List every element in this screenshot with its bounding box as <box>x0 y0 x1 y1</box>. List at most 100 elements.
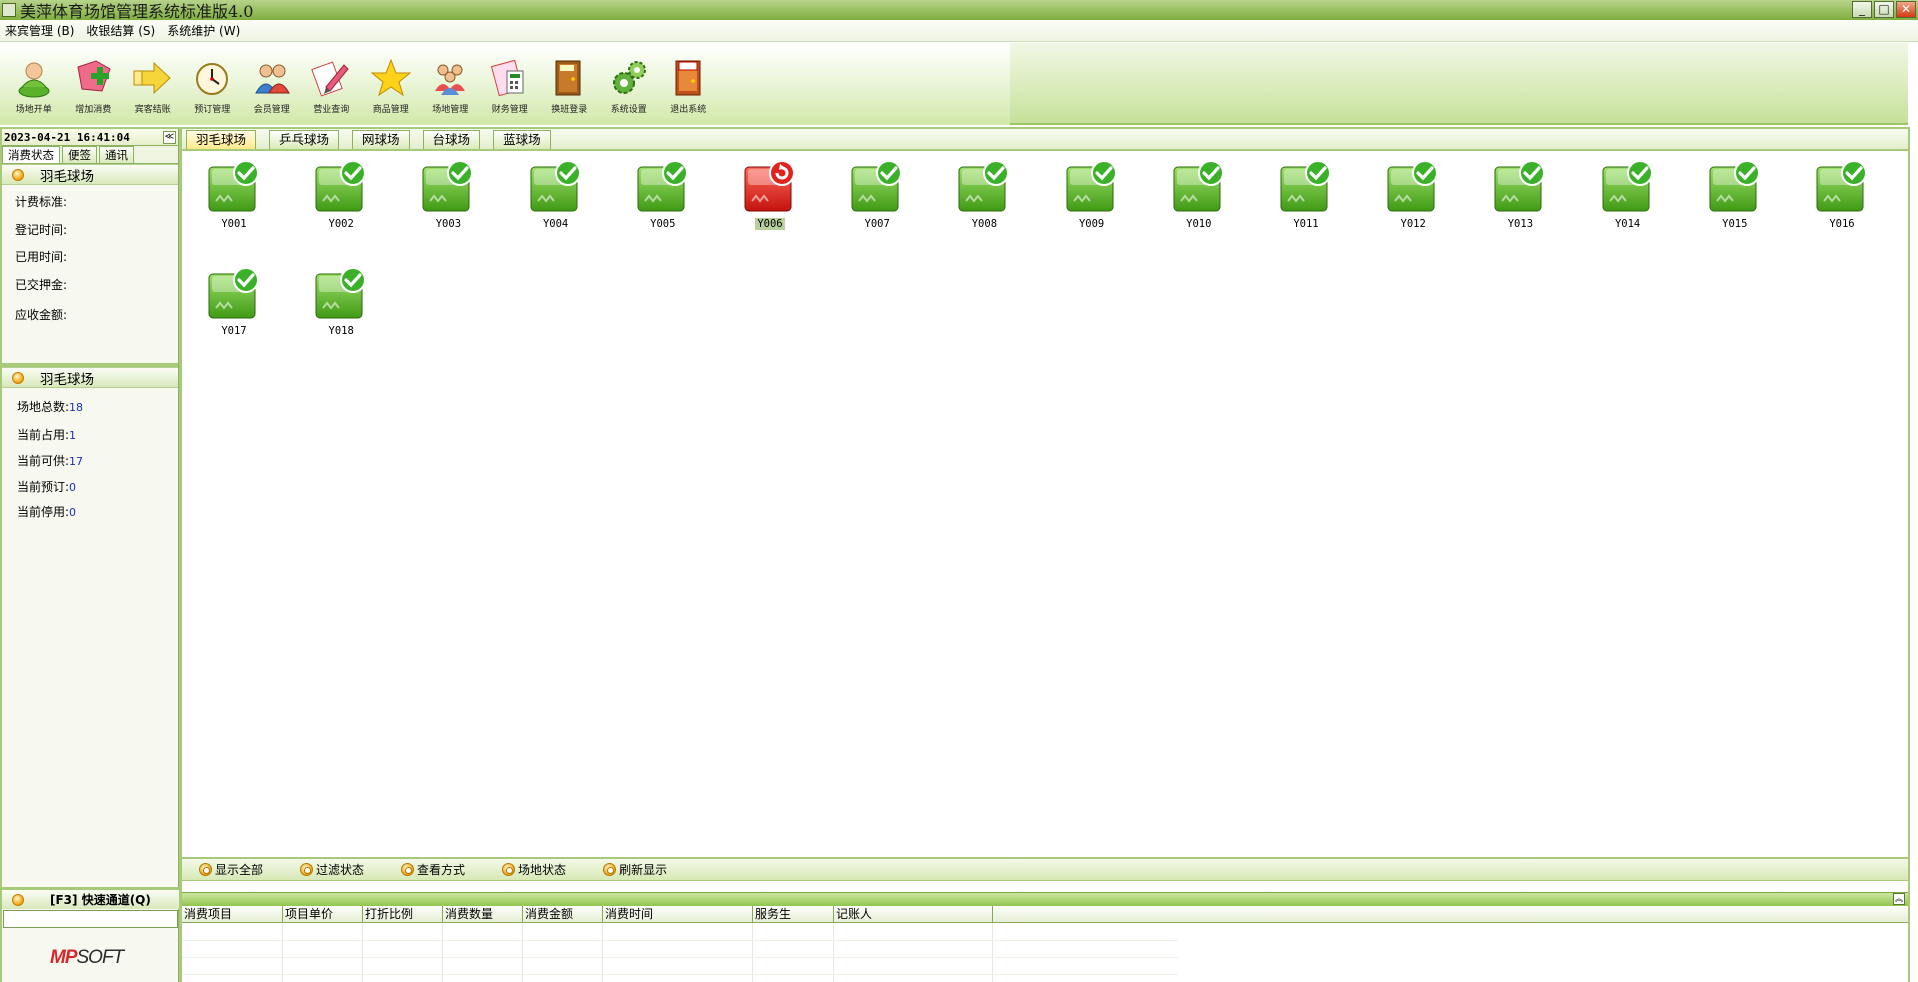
add-consume-button[interactable]: 增加消费 <box>64 57 124 125</box>
close-button[interactable]: ✕ <box>1896 1 1916 18</box>
grid-line <box>182 957 1178 958</box>
system-menu-icon[interactable] <box>2 3 16 17</box>
column-header-quantity[interactable]: 消费数量 <box>443 906 523 923</box>
court-y003[interactable]: Y003 <box>413 155 483 245</box>
toolbar-label: 换班登录 <box>551 105 588 115</box>
finance-icon <box>489 57 531 99</box>
shift-login-button[interactable]: 换班登录 <box>540 57 600 125</box>
court-y001[interactable]: Y001 <box>199 155 269 245</box>
menu-guest[interactable]: 来宾管理 (B) <box>5 22 74 39</box>
court-available-icon <box>528 157 584 213</box>
court-y011[interactable]: Y011 <box>1271 155 1341 245</box>
court-y005[interactable]: Y005 <box>628 155 698 245</box>
court-available-icon <box>1707 157 1763 213</box>
minimize-button[interactable]: _ <box>1852 1 1872 18</box>
column-header-waiter[interactable]: 服务生 <box>753 906 834 923</box>
court-y015[interactable]: Y015 <box>1700 155 1770 245</box>
court-y012[interactable]: Y012 <box>1378 155 1448 245</box>
court-available-icon <box>849 157 905 213</box>
court-y016[interactable]: Y016 <box>1807 155 1877 245</box>
column-header-bookkeeper[interactable]: 记账人 <box>834 906 993 923</box>
tab-contacts[interactable]: 通讯 <box>99 146 134 163</box>
court-y004[interactable]: Y004 <box>521 155 591 245</box>
current-datetime: 2023-04-21 16:41:04 <box>4 130 130 144</box>
toolbar-label: 系统设置 <box>610 105 647 115</box>
deposit-label: 已交押金: <box>15 278 68 292</box>
toolbar-label: 商品管理 <box>372 105 409 115</box>
tab-badminton[interactable]: 羽毛球场 <box>186 130 257 149</box>
finance-button[interactable]: 财务管理 <box>480 57 540 125</box>
court-y008[interactable]: Y008 <box>949 155 1019 245</box>
window-title: 美萍体育场馆管理系统标准版4.0 <box>20 2 254 21</box>
tab-tennis[interactable]: 网球场 <box>352 130 410 149</box>
column-header-unit-price[interactable]: 项目单价 <box>283 906 363 923</box>
checkout-button[interactable]: 宾客结账 <box>123 57 183 125</box>
court-label: Y004 <box>542 218 569 230</box>
column-header-item[interactable]: 消费项目 <box>182 906 283 923</box>
booking-button[interactable]: 预订管理 <box>183 57 243 125</box>
business-query-button[interactable]: 营业查询 <box>302 57 362 125</box>
quick-channel-title: [F3] 快速通道(Q) <box>50 893 151 907</box>
members-button[interactable]: 会员管理 <box>242 57 302 125</box>
court-y018[interactable]: Y018 <box>306 262 376 352</box>
court-y010[interactable]: Y010 <box>1164 155 1234 245</box>
court-y006[interactable]: Y006 <box>735 155 805 245</box>
menu-system[interactable]: 系统维护 (W) <box>167 22 240 39</box>
filter-status-button[interactable]: 过滤状态 <box>300 861 364 878</box>
view-mode-label: 查看方式 <box>417 863 466 877</box>
court-available-icon <box>956 157 1012 213</box>
menu-cashier[interactable]: 收银结算 (S) <box>86 22 155 39</box>
tab-basketball[interactable]: 蓝球场 <box>493 130 551 149</box>
court-available-icon <box>1814 157 1870 213</box>
quick-channel-input[interactable] <box>3 910 178 928</box>
tab-table-tennis[interactable]: 乒乓球场 <box>269 130 340 149</box>
add-consume-icon <box>72 57 114 99</box>
menu-bar: 来宾管理 (B) 收银结算 (S) 系统维护 (W) <box>0 20 1918 42</box>
court-label: Y014 <box>1614 218 1641 230</box>
toolbar-label: 宾客结账 <box>134 105 171 115</box>
court-y002[interactable]: Y002 <box>306 155 376 245</box>
show-all-button[interactable]: 显示全部 <box>199 861 263 878</box>
court-label: Y003 <box>435 218 462 230</box>
expand-up-icon[interactable]: ︽ <box>1893 893 1905 905</box>
column-header-amount[interactable]: 消费金额 <box>523 906 603 923</box>
consume-table-header: 消费项目 项目单价 打折比例 消费数量 消费金额 消费时间 服务生 记账人 <box>182 906 1908 923</box>
system-settings-button[interactable]: 系统设置 <box>599 57 659 125</box>
view-mode-button[interactable]: 查看方式 <box>401 861 465 878</box>
tab-billiards[interactable]: 台球场 <box>422 130 481 149</box>
court-y007[interactable]: Y007 <box>842 155 912 245</box>
available-courts-label: 当前可供: <box>17 454 70 468</box>
exit-door-icon <box>667 57 709 99</box>
toolbar-label: 预订管理 <box>194 105 231 115</box>
column-header-time[interactable]: 消费时间 <box>603 906 753 923</box>
court-grid: Y001 Y002 Y003 Y004 Y005 Y006 Y007 Y008 Y009 Y010… <box>182 153 1908 853</box>
refresh-display-button[interactable]: 刷新显示 <box>603 861 667 878</box>
maximize-button[interactable]: □ <box>1874 1 1894 18</box>
open-venue-button[interactable]: 场地开单 <box>4 57 64 125</box>
disabled-courts-row: 当前停用:0 <box>17 503 178 528</box>
grid-line <box>182 940 1178 941</box>
tab-notes[interactable]: 便签 <box>62 146 97 163</box>
disabled-courts-value: 0 <box>69 506 77 519</box>
occupied-courts-label: 当前占用: <box>17 428 70 442</box>
toolbar: 场地开单 增加消费 宾客结账 预订管理 会员管理 营业查询 商品管理 场地管理 财务管理 换班登录… <box>0 43 1908 125</box>
court-label: Y018 <box>328 325 354 337</box>
column-header-discount[interactable]: 打折比例 <box>363 906 443 923</box>
court-label: Y008 <box>971 218 998 230</box>
tab-consume-status[interactable]: 消费状态 <box>2 146 60 163</box>
venue-status-button[interactable]: 场地状态 <box>502 861 566 878</box>
toolbar-label: 财务管理 <box>491 105 528 115</box>
court-y017[interactable]: Y017 <box>199 262 269 352</box>
collapse-panel-button[interactable]: ≪ <box>163 130 176 144</box>
booked-courts-label: 当前预订: <box>17 480 70 494</box>
venue-manage-button[interactable]: 场地管理 <box>421 57 481 125</box>
court-y009[interactable]: Y009 <box>1057 155 1127 245</box>
court-y014[interactable]: Y014 <box>1593 155 1663 245</box>
exit-system-button[interactable]: 退出系统 <box>659 57 719 125</box>
court-occupied-icon <box>742 157 798 213</box>
goods-button[interactable]: 商品管理 <box>361 57 421 125</box>
court-y013[interactable]: Y013 <box>1485 155 1555 245</box>
title-bar: 美萍体育场馆管理系统标准版4.0 _ □ ✕ <box>0 0 1918 21</box>
court-available-icon <box>313 157 369 213</box>
court-label: Y005 <box>650 218 676 230</box>
